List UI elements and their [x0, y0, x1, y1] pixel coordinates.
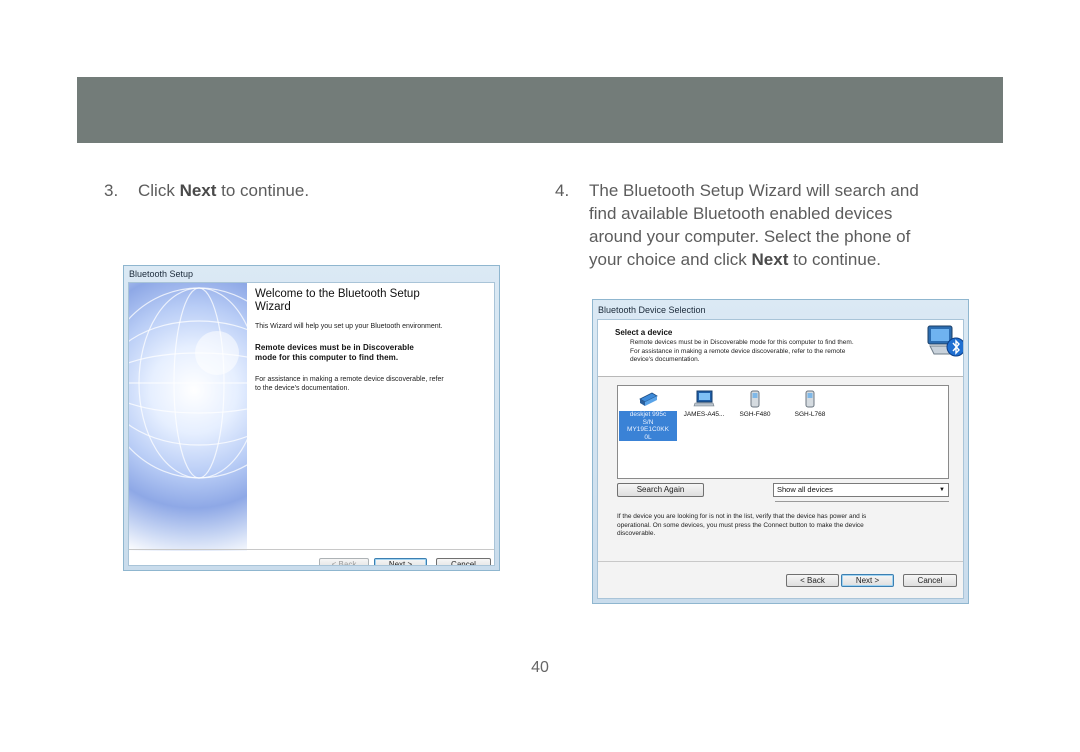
step-3: 3. Click Next to continue. [104, 179, 504, 203]
device-label-line: 0L [644, 433, 652, 441]
search-again-button[interactable]: Search Again [617, 483, 704, 497]
cancel-button[interactable]: Cancel [436, 558, 491, 565]
assist-line: For assistance in making a remote device… [255, 376, 444, 383]
bluetooth-computer-icon [926, 322, 963, 360]
device-label: SGH-F480 [739, 411, 771, 418]
device-list[interactable]: deskjet 995c S/N MY19E1C0KK 0L JAMES-A45… [617, 385, 949, 479]
header-bar [77, 77, 1003, 143]
printer-icon [639, 392, 658, 406]
next-button[interactable]: Next > [841, 574, 894, 587]
phone-icon [805, 390, 815, 408]
phone-icon [750, 390, 760, 408]
step-text: The Bluetooth Setup Wizard will search a… [589, 179, 969, 271]
selection-header: Select a device Remote devices must be i… [598, 320, 963, 376]
desc-line: For assistance in making a remote device… [630, 347, 846, 355]
device-label-line: MY19E1C0KK [627, 426, 669, 433]
device-label: JAMES-A45... [683, 411, 725, 418]
globe-image [129, 283, 295, 551]
step-line: find available Bluetooth enabled devices [589, 204, 893, 223]
device-item-deskjet[interactable]: deskjet 995c S/N MY19E1C0KK 0L [619, 390, 677, 441]
device-item-sgh-f480[interactable]: SGH-F480 [726, 390, 784, 419]
note-line: operational. On some devices, you must p… [617, 521, 864, 529]
cancel-button[interactable]: Cancel [903, 574, 957, 587]
device-label: deskjet 995c S/N MY19E1C0KK 0L [619, 411, 677, 441]
wizard-title-line: Wizard [255, 301, 291, 313]
footer-separator [598, 561, 963, 562]
back-button[interactable]: < Back [786, 574, 839, 587]
page-number: 40 [531, 659, 549, 676]
note-line: mode for this computer to find them. [255, 353, 399, 362]
wizard-intro: This Wizard will help you set up your Bl… [255, 323, 443, 330]
desc-line: device's documentation. [630, 356, 700, 363]
window-title: Bluetooth Device Selection [598, 305, 706, 315]
filter-separator [775, 501, 949, 502]
step-text-pre: your choice and click [589, 250, 752, 269]
step-line: your choice and click Next to continue. [589, 248, 969, 271]
device-filter-select[interactable]: Show all devices ▼ [773, 483, 949, 497]
next-button[interactable]: Next > [374, 558, 427, 565]
note-line: If the device you are looking for is not… [617, 513, 867, 520]
assist-line: to the device's documentation. [255, 385, 350, 392]
step-text-pre: Click [138, 181, 180, 200]
wizard-discoverable-note: Remote devices must be in Discoverable m… [255, 343, 475, 363]
window-title: Bluetooth Setup [129, 269, 194, 279]
device-item-sgh-l768[interactable]: SGH-L768 [781, 390, 839, 419]
chevron-down-icon: ▼ [939, 487, 945, 493]
step-line: around your computer. Select the phone o… [589, 227, 911, 246]
step-text-post: to continue. [216, 181, 310, 200]
select-device-heading: Select a device [615, 328, 673, 337]
wizard-title: Welcome to the Bluetooth Setup Wizard [255, 288, 485, 314]
step-text-bold: Next [751, 250, 789, 269]
step-number: 3. [104, 181, 119, 200]
step-text-post: to continue. [788, 250, 882, 269]
device-item-james[interactable]: JAMES-A45... [675, 390, 733, 419]
bluetooth-device-selection-window: Bluetooth Device Selection Select a devi… [592, 299, 969, 604]
step-line: The Bluetooth Setup Wizard will search a… [589, 181, 919, 200]
globe-grid-graphic [129, 287, 295, 479]
bluetooth-setup-window: Bluetooth Setup Welcome to the Bluetooth… [123, 265, 500, 571]
wizard-client: Welcome to the Bluetooth Setup Wizard Th… [128, 282, 495, 566]
wizard-separator [129, 549, 494, 550]
step-number: 4. [555, 181, 570, 200]
select-device-description: Remote devices must be in Discoverable m… [630, 339, 915, 365]
back-button[interactable]: < Back [319, 558, 369, 565]
desc-line: Remote devices must be in Discoverable m… [630, 339, 854, 346]
device-filter-value: Show all devices [777, 485, 833, 494]
step-text-bold: Next [179, 181, 217, 200]
selection-client: Select a device Remote devices must be i… [597, 319, 964, 599]
device-not-found-note: If the device you are looking for is not… [617, 513, 937, 539]
note-line: discoverable. [617, 530, 656, 537]
wizard-title-line: Welcome to the Bluetooth Setup [255, 288, 420, 300]
device-label-line: S/N [642, 418, 654, 426]
computer-icon [693, 390, 715, 407]
wizard-assist-text: For assistance in making a remote device… [255, 375, 470, 393]
step-4: 4. The Bluetooth Setup Wizard will searc… [555, 179, 975, 275]
selection-body: deskjet 995c S/N MY19E1C0KK 0L JAMES-A45… [598, 377, 963, 598]
device-label: SGH-L768 [794, 411, 826, 418]
note-line: Remote devices must be in Discoverable [255, 343, 414, 352]
step-text: Click Next to continue. [138, 179, 309, 202]
device-label-line: deskjet 995c [629, 411, 667, 418]
